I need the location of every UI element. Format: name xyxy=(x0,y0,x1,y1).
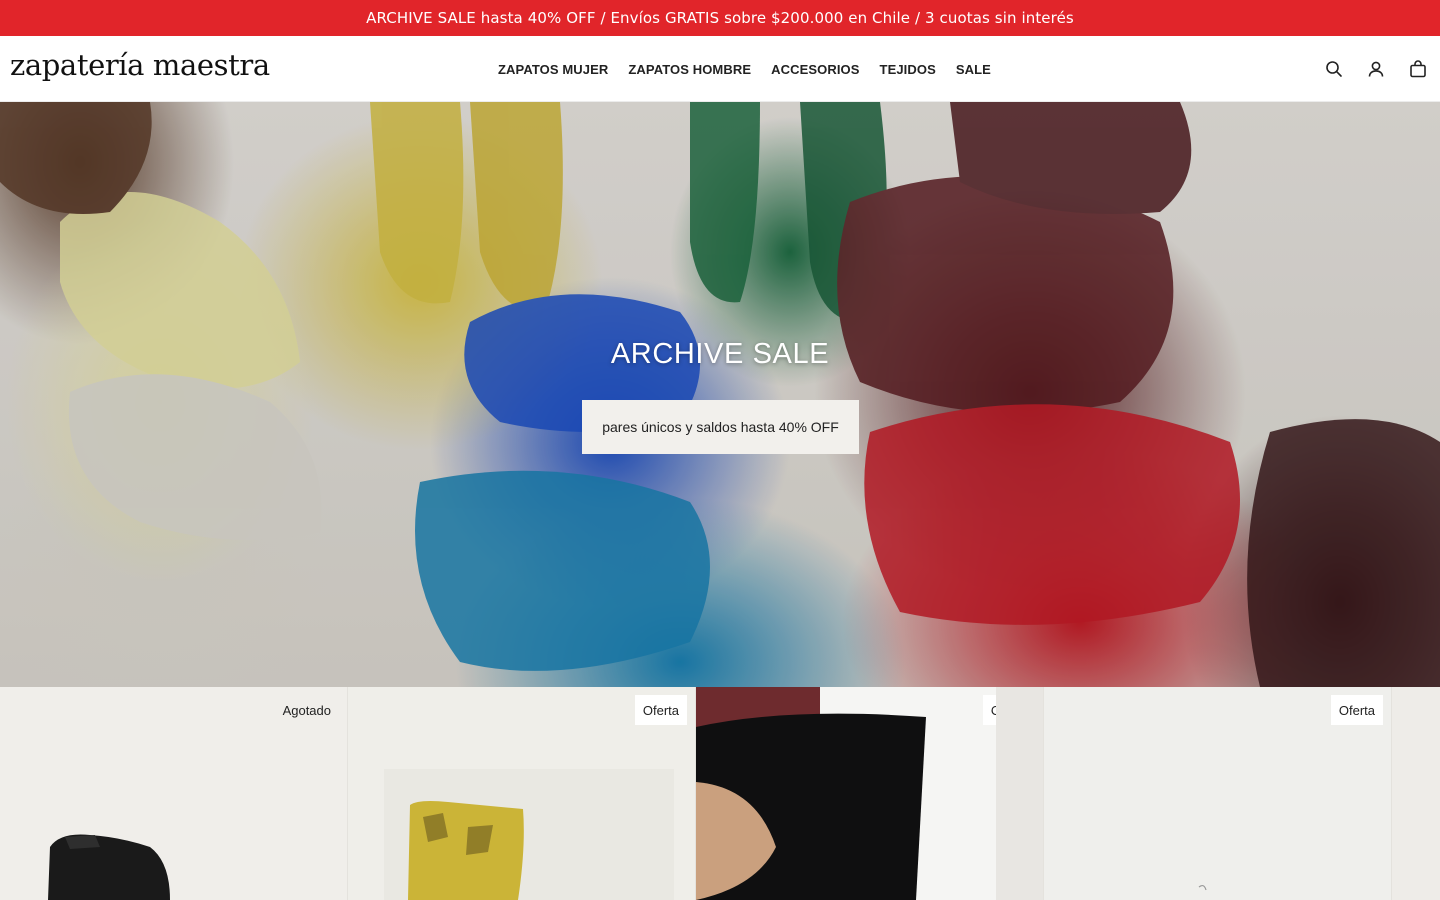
product-card[interactable]: Agotado xyxy=(0,687,348,900)
hero-cta-button[interactable]: pares únicos y saldos hasta 40% OFF xyxy=(582,400,859,454)
product-image xyxy=(48,834,170,900)
product-card[interactable]: Oferta xyxy=(1044,687,1392,900)
product-card[interactable]: Oferta xyxy=(348,687,696,900)
nav-item-sale[interactable]: SALE xyxy=(956,62,991,77)
nav-item-accesorios[interactable]: ACCESORIOS xyxy=(771,62,859,77)
search-icon[interactable] xyxy=(1324,59,1344,79)
account-icon[interactable] xyxy=(1366,59,1386,79)
cart-icon[interactable] xyxy=(1408,59,1428,79)
product-image xyxy=(696,687,1043,900)
store-logo[interactable]: zapatería maestra xyxy=(10,48,270,82)
announcement-bar: ARCHIVE SALE hasta 40% OFF / Envíos GRAT… xyxy=(0,0,1440,36)
hero-title: ARCHIVE SALE xyxy=(610,338,830,370)
product-card[interactable]: Oferta xyxy=(696,687,1044,900)
hero-banner[interactable]: ARCHIVE SALE pares únicos y saldos hasta… xyxy=(0,102,1440,687)
nav-item-zapatos-mujer[interactable]: ZAPATOS MUJER xyxy=(498,62,608,77)
main-nav: ZAPATOS MUJER ZAPATOS HOMBRE ACCESORIOS … xyxy=(498,36,991,102)
product-image xyxy=(1198,884,1207,891)
product-grid: Agotado Oferta Oferta Oferta xyxy=(0,687,1440,900)
header-actions xyxy=(1324,36,1428,102)
nav-item-tejidos[interactable]: TEJIDOS xyxy=(880,62,936,77)
product-card[interactable] xyxy=(1392,687,1440,900)
announcement-text: ARCHIVE SALE hasta 40% OFF / Envíos GRAT… xyxy=(366,9,1074,27)
product-image xyxy=(384,769,674,900)
nav-item-zapatos-hombre[interactable]: ZAPATOS HOMBRE xyxy=(628,62,751,77)
site-header: zapatería maestra ZAPATOS MUJER ZAPATOS … xyxy=(0,36,1440,102)
